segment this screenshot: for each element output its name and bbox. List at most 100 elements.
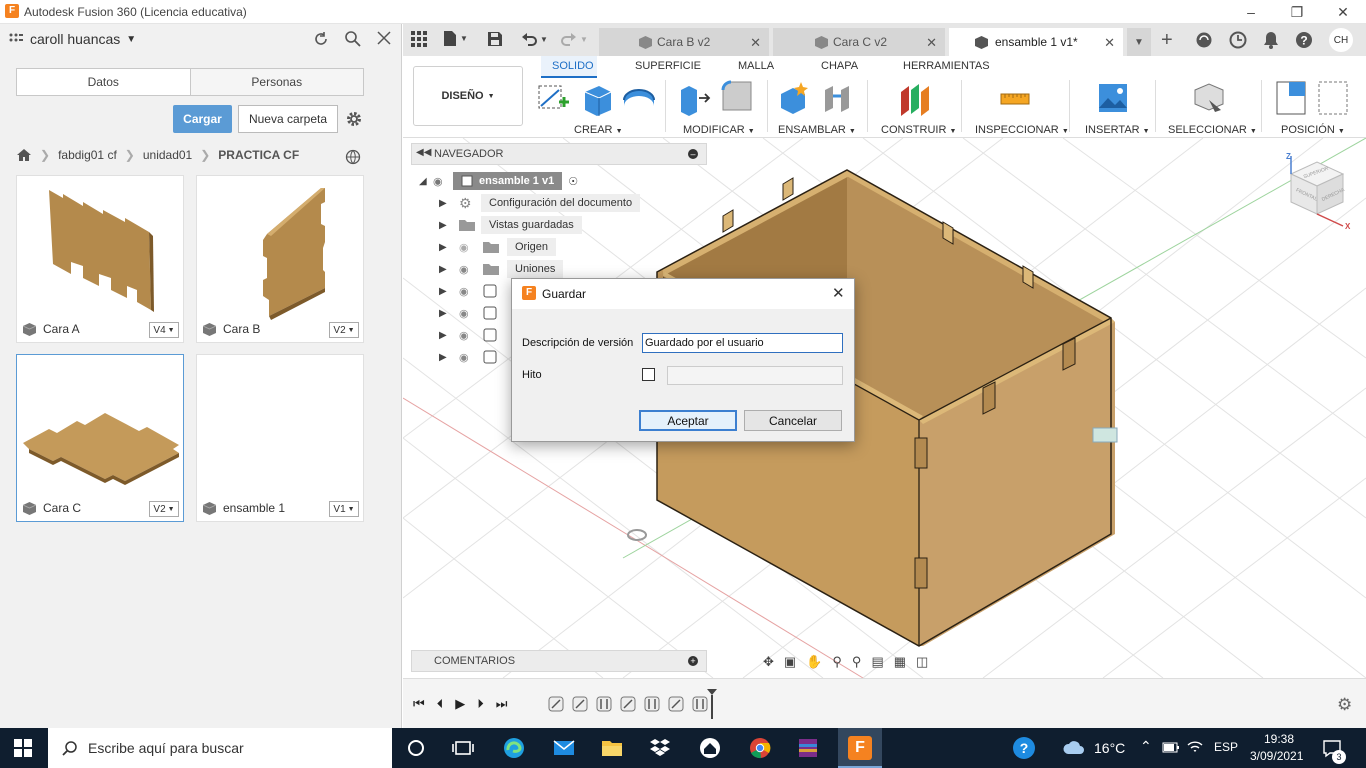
revolve-icon[interactable] xyxy=(621,80,657,116)
step-forward-icon[interactable]: ⏵ xyxy=(477,696,484,712)
tab-chapa[interactable]: CHAPA xyxy=(821,60,858,72)
winrar-icon[interactable] xyxy=(796,736,820,760)
tab-malla[interactable]: MALLA xyxy=(738,60,774,72)
temperature[interactable]: 16°C xyxy=(1094,740,1125,756)
save-icon[interactable] xyxy=(487,31,503,47)
mail-icon[interactable] xyxy=(552,736,576,760)
undo-icon[interactable]: ▼ xyxy=(521,31,548,47)
tab-ensamble-1[interactable]: ensamble 1 v1* ✕ xyxy=(949,28,1123,56)
step-back-icon[interactable]: ⏴ xyxy=(437,696,444,712)
activate-radio-icon[interactable]: ☉ xyxy=(568,175,578,188)
version-dropdown[interactable]: V2 ▼ xyxy=(329,322,359,338)
tab-solido[interactable]: SOLIDO xyxy=(552,60,594,72)
expand-triangle-icon[interactable]: ▶ xyxy=(439,264,459,275)
measure-icon[interactable] xyxy=(997,80,1033,116)
comments-panel[interactable]: COMENTARIOS + xyxy=(411,650,707,672)
help-circle-icon[interactable]: ? xyxy=(1012,736,1036,760)
close-tab-icon[interactable]: ✕ xyxy=(750,35,761,51)
press-pull-icon[interactable] xyxy=(677,80,713,116)
tab-personas[interactable]: Personas xyxy=(189,69,363,95)
user-menu[interactable]: caroll huancas ▼ xyxy=(8,31,136,47)
clock[interactable]: 19:38 xyxy=(1264,732,1294,746)
chevron-up-icon[interactable]: ⌃ xyxy=(1140,738,1152,755)
timeline-marker[interactable] xyxy=(707,689,717,719)
date[interactable]: 3/09/2021 xyxy=(1250,749,1303,763)
file-card-cara-a[interactable]: Cara A V4 ▼ xyxy=(16,175,184,343)
tab-overflow-chevron-icon[interactable]: ▼ xyxy=(1127,28,1151,56)
group-ensamblar[interactable]: ENSAMBLAR ▼ xyxy=(778,124,856,136)
orbit-icon[interactable]: ✥ xyxy=(763,654,774,670)
select-icon[interactable] xyxy=(1191,80,1227,116)
insert-image-icon[interactable] xyxy=(1095,80,1131,116)
group-modificar[interactable]: MODIFICAR ▼ xyxy=(683,124,755,136)
close-tab-icon[interactable]: ✕ xyxy=(926,35,937,51)
tree-item[interactable]: ▶ ⚙ Configuración del documento xyxy=(419,192,649,214)
upload-button[interactable]: Cargar xyxy=(173,105,232,133)
close-tab-icon[interactable]: ✕ xyxy=(1104,35,1115,51)
zoom-icon[interactable]: ⚲ xyxy=(832,654,842,670)
fillet-icon[interactable] xyxy=(719,80,755,116)
hidden-eye-icon[interactable]: ◉ xyxy=(459,241,483,254)
group-posicion[interactable]: POSICIÓN ▼ xyxy=(1281,124,1345,136)
joint-feature-icon[interactable] xyxy=(643,695,661,713)
eye-icon[interactable]: ◉ xyxy=(433,175,453,188)
viewcube[interactable]: Z X SUPERIOR FRONTAL DERECHA xyxy=(1283,152,1353,232)
timeline-settings-gear-icon[interactable]: ⚙ xyxy=(1337,695,1352,715)
apps-grid-icon[interactable] xyxy=(411,31,427,47)
eye-icon[interactable]: ◉ xyxy=(459,329,483,342)
skip-end-icon[interactable]: ⏭ xyxy=(496,696,508,712)
create-sketch-icon[interactable] xyxy=(535,80,571,116)
group-inspeccionar[interactable]: INSPECCIONAR ▼ xyxy=(975,124,1069,136)
grid-settings-icon[interactable]: ▦ xyxy=(894,654,906,670)
expand-triangle-icon[interactable]: ▶ xyxy=(439,220,459,231)
tree-item[interactable]: ▶ ◉ Uniones xyxy=(419,258,649,280)
tab-superficie[interactable]: SUPERFICIE xyxy=(635,60,701,72)
skip-start-icon[interactable]: ⏮ xyxy=(413,696,425,712)
expand-triangle-icon[interactable]: ▶ xyxy=(439,242,459,253)
eye-icon[interactable]: ◉ xyxy=(459,307,483,320)
app-house-icon[interactable] xyxy=(698,736,722,760)
joint-feature-icon[interactable] xyxy=(571,695,589,713)
help-icon[interactable]: ? xyxy=(1295,31,1313,49)
close-panel-icon[interactable] xyxy=(376,30,392,46)
chrome-icon[interactable] xyxy=(748,736,772,760)
navigator-panel[interactable]: ◀◀ NAVEGADOR – xyxy=(411,143,707,165)
tab-cara-c[interactable]: Cara C v2 ✕ xyxy=(773,28,945,56)
task-view-icon[interactable] xyxy=(451,736,475,760)
collapse-panel-icon[interactable]: – xyxy=(688,149,698,159)
notifications-bell-icon[interactable] xyxy=(1263,31,1279,49)
file-explorer-icon[interactable] xyxy=(600,736,624,760)
file-menu-icon[interactable]: ▼ xyxy=(443,30,468,47)
close-window-button[interactable]: ✕ xyxy=(1320,0,1366,24)
tree-item[interactable]: ▶ Vistas guardadas xyxy=(419,214,649,236)
refresh-icon[interactable] xyxy=(312,30,330,48)
globe-icon[interactable] xyxy=(345,149,361,165)
play-icon[interactable]: ▶ xyxy=(455,696,465,712)
restore-button[interactable]: ❐ xyxy=(1274,0,1320,24)
workspace-dropdown[interactable]: DISEÑO ▼ xyxy=(413,66,523,126)
windows-start-icon[interactable] xyxy=(14,739,32,757)
joint-icon[interactable] xyxy=(821,80,857,116)
joint-feature-icon[interactable] xyxy=(547,695,565,713)
tab-herramientas[interactable]: HERRAMIENTAS xyxy=(903,60,990,72)
minimize-button[interactable]: – xyxy=(1228,0,1274,24)
eye-icon[interactable]: ◉ xyxy=(459,263,483,276)
dropbox-icon[interactable] xyxy=(648,736,672,760)
weather-cloud-icon[interactable] xyxy=(1062,736,1086,760)
expand-triangle-icon[interactable]: ▶ xyxy=(439,198,459,209)
tab-cara-b[interactable]: Cara B v2 ✕ xyxy=(599,28,769,56)
version-description-input[interactable] xyxy=(642,333,843,353)
version-dropdown[interactable]: V2 ▼ xyxy=(149,501,179,517)
taskbar-search-box[interactable]: Escribe aquí para buscar xyxy=(48,728,392,768)
edge-browser-icon[interactable] xyxy=(502,736,526,760)
viewports-icon[interactable]: ◫ xyxy=(916,654,928,670)
add-comment-icon[interactable]: + xyxy=(688,656,698,666)
display-settings-icon[interactable]: ▤ xyxy=(871,654,883,670)
root-component-label[interactable]: ensamble 1 v1 xyxy=(453,172,563,190)
search-icon[interactable] xyxy=(344,30,362,48)
redo-icon[interactable]: ▼ xyxy=(561,31,588,47)
group-insertar[interactable]: INSERTAR ▼ xyxy=(1085,124,1150,136)
position-revert-icon[interactable] xyxy=(1317,80,1353,116)
eye-icon[interactable]: ◉ xyxy=(459,351,483,364)
battery-icon[interactable] xyxy=(1162,740,1180,754)
